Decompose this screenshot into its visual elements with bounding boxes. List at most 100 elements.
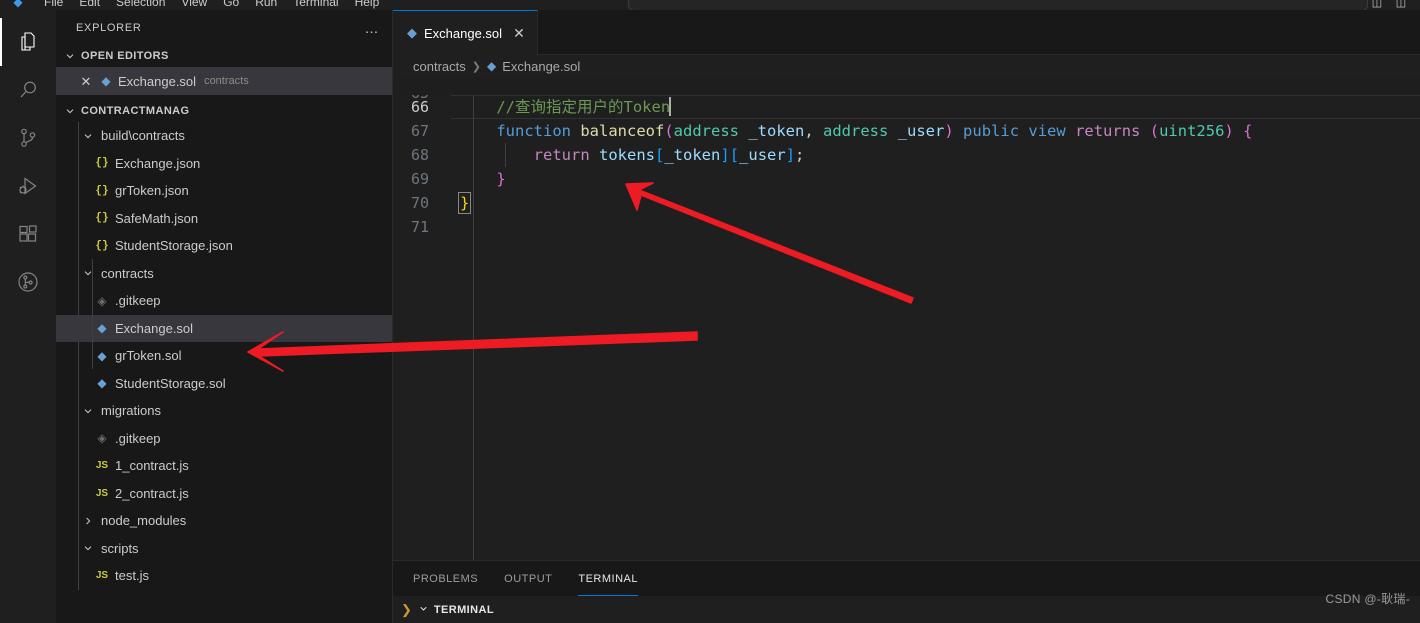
json-icon: {} bbox=[95, 184, 109, 197]
breadcrumb-item-contracts[interactable]: contracts bbox=[413, 59, 466, 74]
activity-item-run-and-debug[interactable] bbox=[0, 162, 56, 210]
code-editor[interactable]: 65 66 //查询指定用户的Token67 function balanceo… bbox=[393, 95, 1420, 563]
menu-item-file[interactable]: File bbox=[36, 0, 71, 10]
indent-guide-inner bbox=[505, 143, 506, 167]
activity-item-search[interactable] bbox=[0, 66, 56, 114]
terminal-section-header[interactable]: TERMINAL bbox=[418, 603, 494, 617]
chevron-down-icon bbox=[418, 603, 429, 617]
explorer-sidebar: EXPLORER … OPEN EDITORS ✕ ◆ Exchange.sol… bbox=[56, 10, 393, 623]
section-project[interactable]: CONTRACTMANAG bbox=[56, 100, 392, 122]
tree-item-label: SafeMath.json bbox=[115, 210, 199, 226]
code-line[interactable]: 69 } bbox=[393, 167, 1420, 191]
code-token: view bbox=[1028, 122, 1066, 140]
code-token: function bbox=[496, 122, 571, 140]
menu-bar[interactable]: ◆ File Edit Selection View Go Run Termin… bbox=[0, 0, 387, 10]
section-project-label: CONTRACTMANAG bbox=[81, 105, 190, 117]
chevron-right-icon bbox=[80, 515, 96, 527]
tree-file-row[interactable]: ◆ StudentStorage.sol bbox=[56, 370, 392, 398]
tree-folder-row[interactable]: build\contracts bbox=[56, 122, 392, 150]
menu-item-edit[interactable]: Edit bbox=[71, 0, 108, 10]
line-number: 69 bbox=[410, 170, 429, 188]
activity-item-git-graph[interactable] bbox=[0, 258, 56, 306]
code-line[interactable]: 66 //查询指定用户的Token bbox=[393, 95, 1420, 119]
tree-item-label: scripts bbox=[101, 540, 139, 556]
activity-item-extensions[interactable] bbox=[0, 210, 56, 258]
code-line[interactable]: 70} bbox=[393, 191, 1420, 215]
js-icon: JS bbox=[95, 487, 109, 499]
command-center[interactable] bbox=[628, 0, 1368, 10]
tree-file-row[interactable]: {} SafeMath.json bbox=[56, 205, 392, 233]
tree-item-label: StudentStorage.json bbox=[115, 238, 233, 254]
code-line[interactable]: 68 return tokens[_token][_user]; bbox=[393, 143, 1420, 167]
panel-tab-terminal[interactable]: TERMINAL bbox=[578, 561, 638, 596]
editor-tab-exchange-sol[interactable]: ◆ Exchange.sol ✕ bbox=[393, 10, 538, 55]
open-editor-name: Exchange.sol bbox=[118, 73, 197, 89]
vscode-logo-icon: ◆ bbox=[13, 0, 23, 9]
breadcrumb-item-file[interactable]: Exchange.sol bbox=[502, 59, 580, 74]
activity-item-source-control[interactable] bbox=[0, 114, 56, 162]
menu-item-go[interactable]: Go bbox=[215, 0, 247, 10]
tree-file-row[interactable]: ◈ .gitkeep bbox=[56, 287, 392, 315]
code-line[interactable]: 71 bbox=[393, 215, 1420, 239]
layout-icon[interactable]: ◫ bbox=[1392, 0, 1410, 9]
menu-item-selection[interactable]: Selection bbox=[108, 0, 173, 10]
menu-item-view[interactable]: View bbox=[173, 0, 215, 10]
vscode-window: ◆ File Edit Selection View Go Run Termin… bbox=[0, 0, 1420, 623]
activity-bar bbox=[0, 10, 56, 623]
code-token: ; bbox=[795, 146, 805, 164]
json-icon: {} bbox=[95, 212, 109, 225]
line-number: 71 bbox=[410, 218, 429, 236]
extensions-icon bbox=[16, 222, 40, 246]
tree-file-row[interactable]: JS 2_contract.js bbox=[56, 480, 392, 508]
tree-file-row[interactable]: JS test.js bbox=[56, 562, 392, 590]
terminal-view[interactable]: ❯ TERMINAL bbox=[393, 596, 1420, 623]
tree-folder-row[interactable]: contracts bbox=[56, 260, 392, 288]
code-line[interactable]: 67 function balanceof(address _token, ad… bbox=[393, 119, 1420, 143]
split-editor-icon[interactable]: ◫ bbox=[1368, 0, 1386, 9]
solidity-icon: ◆ bbox=[97, 376, 107, 391]
menu-item-terminal[interactable]: Terminal bbox=[285, 0, 346, 10]
activity-item-explorer[interactable] bbox=[0, 18, 56, 66]
js-icon: JS bbox=[95, 570, 109, 582]
close-icon[interactable]: ✕ bbox=[513, 26, 525, 40]
menu-item-help[interactable]: Help bbox=[347, 0, 388, 10]
editor-area: ◆ Exchange.sol ✕ contracts ❯ ◆ Exchange.… bbox=[393, 10, 1420, 623]
code-token: ] bbox=[785, 146, 796, 164]
tree-file-row[interactable]: ◆ Exchange.sol bbox=[56, 314, 392, 342]
code-token: return bbox=[533, 146, 590, 164]
menu-item-run[interactable]: Run bbox=[247, 0, 285, 10]
tree-file-row[interactable]: ◈ .gitkeep bbox=[56, 425, 392, 453]
close-icon[interactable]: ✕ bbox=[78, 75, 94, 88]
tree-folder-row[interactable]: scripts bbox=[56, 535, 392, 563]
tree-file-row[interactable]: JS 1_contract.js bbox=[56, 452, 392, 480]
tree-folder-row[interactable]: migrations bbox=[56, 397, 392, 425]
section-open-editors[interactable]: OPEN EDITORS bbox=[56, 45, 392, 67]
tree-file-row[interactable]: {} StudentStorage.json bbox=[56, 232, 392, 260]
tree-folder-row[interactable]: node_modules bbox=[56, 507, 392, 535]
tree-item-label: StudentStorage.sol bbox=[115, 375, 226, 391]
source-control-icon bbox=[16, 126, 40, 150]
panel-tab-problems[interactable]: PROBLEMS bbox=[413, 561, 478, 596]
chevron-right-icon: ❯ bbox=[471, 60, 481, 73]
tree-file-row[interactable]: ◆ grToken.sol bbox=[56, 342, 392, 370]
code-line-text: } bbox=[443, 167, 505, 191]
chevron-down-icon bbox=[62, 103, 78, 119]
code-line-text: return tokens[_token][_user]; bbox=[443, 143, 805, 167]
tree-file-row[interactable]: {} grToken.json bbox=[56, 177, 392, 205]
solidity-icon: ◆ bbox=[97, 348, 107, 363]
code-line-text: function balanceof(address _token, addre… bbox=[443, 119, 1252, 143]
tree-item-label: test.js bbox=[115, 568, 149, 584]
open-editor-item[interactable]: ✕ ◆ Exchange.sol contracts bbox=[56, 67, 392, 95]
tree-file-row[interactable]: {} Exchange.json bbox=[56, 150, 392, 178]
panel-tab-output[interactable]: OUTPUT bbox=[504, 561, 552, 596]
json-icon: {} bbox=[95, 157, 109, 170]
git-file-icon: ◈ bbox=[97, 431, 107, 446]
code-token: public bbox=[963, 122, 1020, 140]
ellipsis-icon[interactable]: … bbox=[365, 21, 381, 35]
